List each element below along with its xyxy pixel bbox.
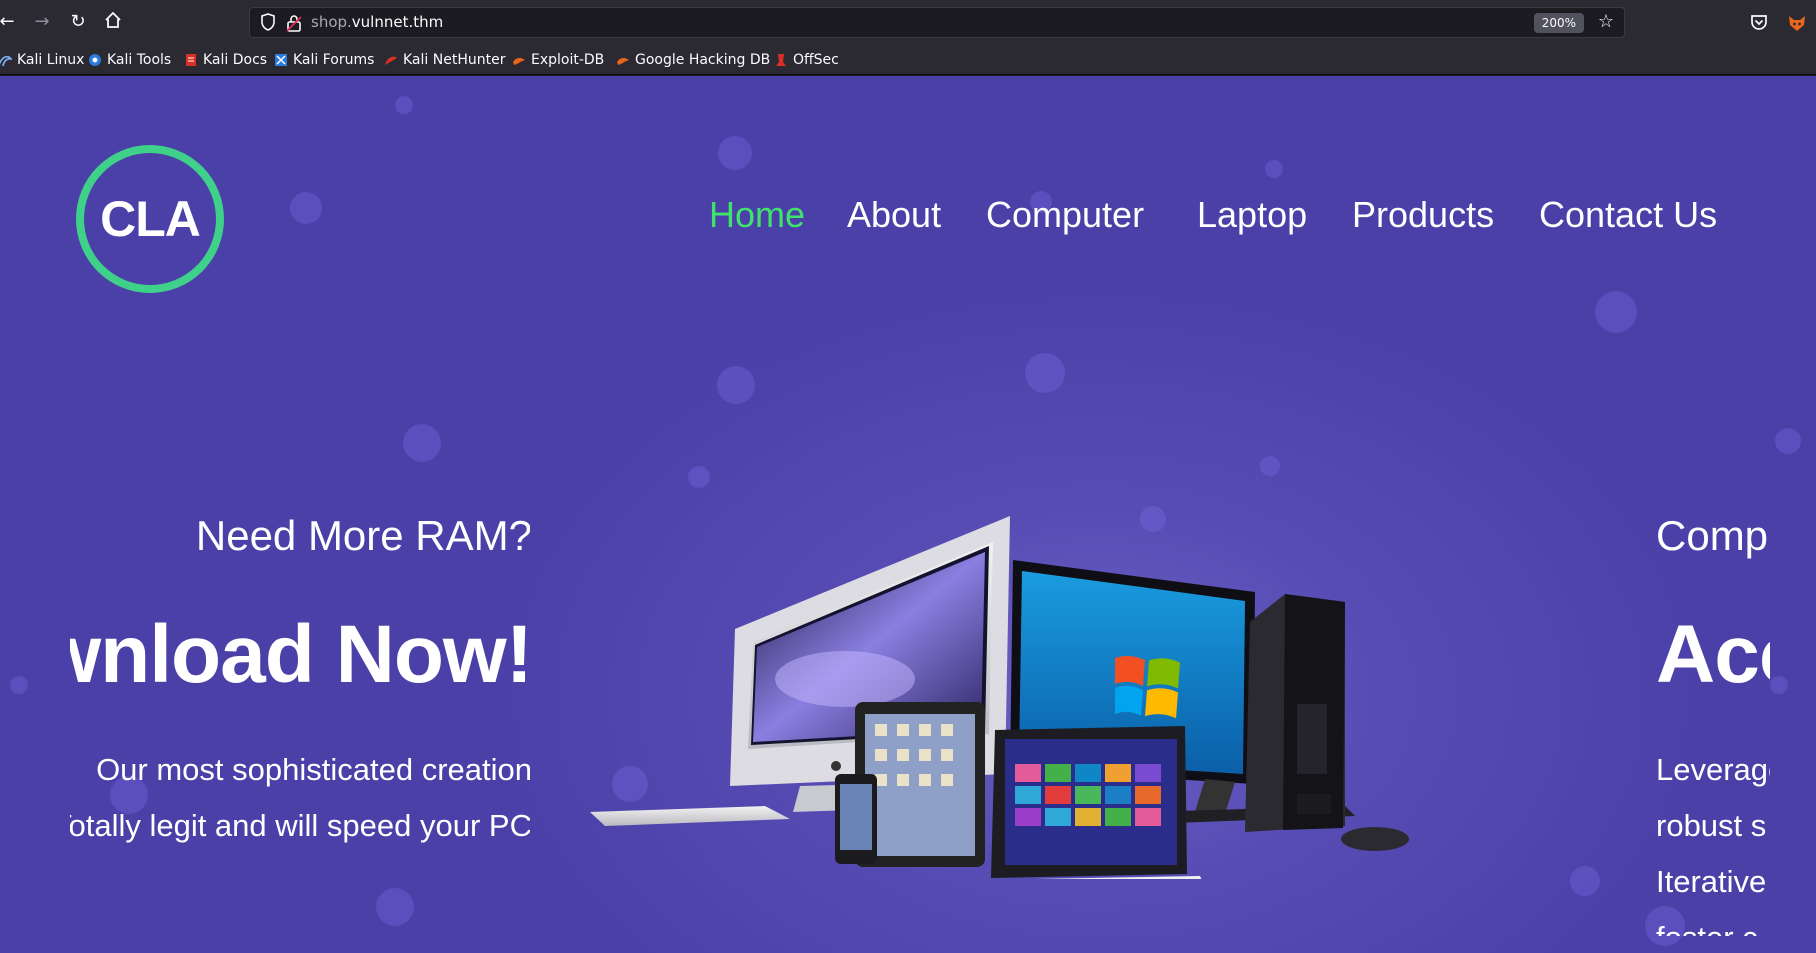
nethunter-icon [384,53,398,67]
bookmark-kali-tools[interactable]: Kali Tools [88,49,171,71]
kali-forums-icon [274,53,288,67]
kali-dragon-icon [0,53,13,67]
slide-headline: Accessories [1656,609,1770,700]
slide-text-line: Leverage [1656,752,1770,787]
bokeh-dot [1265,160,1283,178]
bokeh-dot [290,192,322,224]
hero-devices-image [590,516,1409,879]
slide-text-line: Our most sophisticated creation [96,752,530,787]
url-text[interactable]: shop.vulnnet.thm [311,13,443,31]
bokeh-dot [1025,353,1065,393]
home-icon[interactable] [102,11,124,33]
bookmark-offsec[interactable]: OffSec [774,49,839,71]
bokeh-dot [717,366,755,404]
slide-text-line: foster c [1656,920,1758,936]
tracking-shield-icon[interactable] [260,13,276,35]
offsec-icon [774,53,788,67]
kali-tools-icon [88,53,102,67]
bokeh-dot [1595,291,1637,333]
carousel-slide-prev: Need More RAM? Download Now! Our most so… [70,376,530,936]
computer-mouse [1341,827,1409,851]
slide-text-line: Totally legit and will speed your PC [70,808,530,843]
bokeh-dot [10,676,28,694]
bokeh-dot [1770,676,1788,694]
bookmark-google-hacking-db[interactable]: Google Hacking DB [616,49,770,71]
nav-contact-us[interactable]: Contact Us [1539,194,1717,236]
logo-text: CLA [100,191,201,247]
slide-text-line: robust s [1656,808,1767,843]
address-bar[interactable]: shop.vulnnet.thm 200% ☆ [249,7,1625,38]
bokeh-dot [1775,428,1801,454]
browser-toolbar: ← → ↻ shop.vulnnet.thm 200% ☆ [0,0,1816,45]
extension-fox-icon[interactable] [1786,12,1808,34]
reload-icon[interactable]: ↻ [67,11,89,33]
bokeh-dot [395,96,413,114]
carousel-slide-next: Computers Accessories Leverage robust s … [1656,376,1770,936]
ghdb-icon [616,53,630,67]
bokeh-dot [1570,866,1600,896]
bookmark-kali-forums[interactable]: Kali Forums [274,49,374,71]
back-icon[interactable]: ← [0,11,18,33]
nav-products[interactable]: Products [1352,194,1494,236]
bookmarks-toolbar: Kali Linux Kali Tools Kali Docs Kali For… [0,45,1816,75]
bookmark-kali-linux[interactable]: Kali Linux [0,49,84,71]
bookmark-kali-docs[interactable]: Kali Docs [184,49,267,71]
nav-computer[interactable]: Computer [986,194,1144,236]
slide-question: Computers [1656,512,1770,559]
hp-laptop [991,726,1202,879]
kali-docs-icon [184,53,198,67]
insecure-lock-icon[interactable] [286,14,302,32]
page-viewport: CLA Home About Computer Laptop Products … [0,76,1816,953]
bookmark-star-icon[interactable]: ☆ [1598,11,1614,32]
iphone-phone [835,774,877,864]
bookmark-kali-nethunter[interactable]: Kali NetHunter [384,49,505,71]
pc-tower [1245,594,1345,832]
pocket-icon[interactable] [1749,12,1769,32]
slide-headline: Download Now! [70,609,530,700]
slide-text-line: Iterative [1656,864,1767,899]
nav-home[interactable]: Home [709,194,805,236]
site-logo[interactable]: CLA [76,145,224,293]
slide-question: Need More RAM? [195,512,530,559]
nav-about[interactable]: About [847,194,941,236]
nav-laptop[interactable]: Laptop [1197,194,1307,236]
zoom-level-badge[interactable]: 200% [1533,13,1584,33]
forward-icon[interactable]: → [31,11,53,33]
bookmark-exploit-db[interactable]: Exploit-DB [512,49,604,71]
apple-keyboard [590,806,790,826]
exploit-db-icon [512,53,526,67]
bokeh-dot [718,136,752,170]
